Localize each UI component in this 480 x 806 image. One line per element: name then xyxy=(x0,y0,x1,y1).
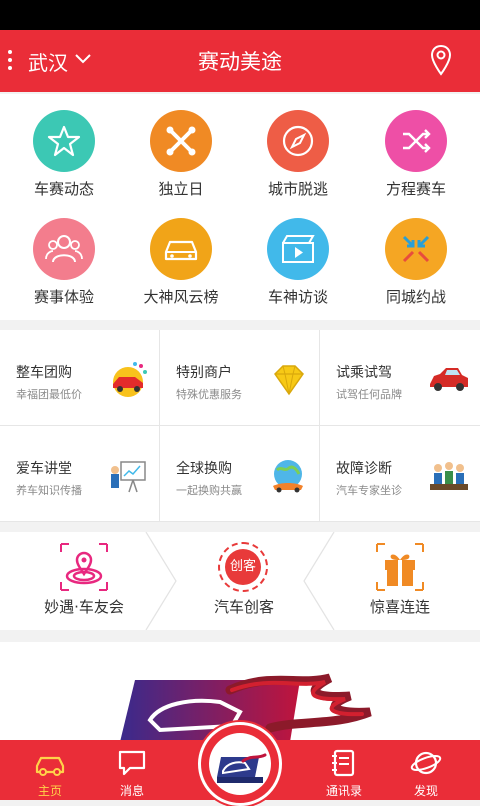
promo-car-club[interactable]: 妙遇·车友会 xyxy=(4,532,164,630)
star-icon xyxy=(33,110,95,172)
service-group-buy[interactable]: 整车团购 幸福团最低价 xyxy=(0,330,160,426)
grid-item-event-experience[interactable]: 赛事体验 xyxy=(4,202,124,312)
grid-item-city-escape[interactable]: 城市脱逃 xyxy=(238,94,358,204)
grid-item-independence-day[interactable]: 独立日 xyxy=(121,94,241,204)
service-title: 故障诊断 xyxy=(336,461,392,477)
promo-label: 妙遇·车友会 xyxy=(44,598,124,616)
service-title: 特别商户 xyxy=(176,365,232,381)
service-title: 整车团购 xyxy=(16,365,72,381)
red-car-icon xyxy=(113,362,147,397)
service-grid: 整车团购 幸福团最低价 特别商户 特殊优惠服务 试乘试驾 试驾任何品牌 爱车讲堂… xyxy=(0,330,480,522)
feature-grid: 车赛动态 独立日 城市脱逃 方程赛车 赛事体验 大神风云榜 车神访谈 同城约战 xyxy=(0,94,480,320)
flame-car-logo-icon xyxy=(217,753,267,783)
service-title: 全球换购 xyxy=(176,461,232,477)
maker-badge-text: 创客 xyxy=(225,549,261,585)
promo-maker[interactable]: 创客 汽车创客 xyxy=(164,532,324,630)
grid-item-label: 车赛动态 xyxy=(33,180,94,198)
service-subtitle: 幸福团最低价 xyxy=(16,388,82,401)
service-subtitle: 养车知识传播 xyxy=(16,484,82,497)
service-subtitle: 一起换购共赢 xyxy=(176,484,242,497)
tab-contacts[interactable]: 通讯录 xyxy=(304,740,384,800)
grid-item-label: 车神访谈 xyxy=(267,288,328,306)
globe-car-icon xyxy=(273,460,303,493)
grid-item-label: 独立日 xyxy=(158,180,204,198)
grid-item-label: 城市脱逃 xyxy=(267,180,328,198)
bones-icon xyxy=(150,110,212,172)
tab-discover[interactable]: 发现 xyxy=(386,740,466,800)
service-special-merchant[interactable]: 特别商户 特殊优惠服务 xyxy=(160,330,320,426)
service-test-drive[interactable]: 试乘试驾 试驾任何品牌 xyxy=(320,330,480,426)
promo-row: 妙遇·车友会 创客 汽车创客 惊喜连连 xyxy=(0,532,480,630)
gift-icon xyxy=(376,543,424,591)
promo-label: 惊喜连连 xyxy=(369,598,430,616)
grid-item-leaderboard[interactable]: 大神风云榜 xyxy=(121,202,241,312)
status-bar xyxy=(0,0,480,30)
app-header: 武汉 赛动美途 xyxy=(0,30,480,92)
service-title: 试乘试驾 xyxy=(336,365,392,381)
promo-surprise[interactable]: 惊喜连连 xyxy=(320,532,480,630)
grid-item-formula-racing[interactable]: 方程赛车 xyxy=(356,94,476,204)
tab-home[interactable]: 主页 xyxy=(10,740,90,800)
service-title: 爱车讲堂 xyxy=(16,461,72,477)
grid-item-label: 同城约战 xyxy=(385,288,446,306)
classic-car-icon xyxy=(430,368,468,391)
tab-label: 主页 xyxy=(37,784,62,798)
brand-logo xyxy=(209,733,271,795)
tab-label: 消息 xyxy=(119,784,144,798)
car-icon xyxy=(150,218,212,280)
page-title: 赛动美途 xyxy=(198,50,282,74)
shuffle-icon xyxy=(385,110,447,172)
diamond-icon xyxy=(274,365,304,396)
arrows-icon xyxy=(385,218,447,280)
maker-badge-icon: 创客 xyxy=(218,542,268,592)
target-pin-icon xyxy=(60,543,108,591)
location-pin-icon[interactable] xyxy=(430,44,452,76)
contacts-icon xyxy=(332,749,355,777)
service-subtitle: 汽车专家坐诊 xyxy=(336,484,402,497)
grid-item-interview[interactable]: 车神访谈 xyxy=(238,202,358,312)
tab-label: 通讯录 xyxy=(325,784,362,798)
service-subtitle: 试驾任何品牌 xyxy=(336,388,402,401)
grid-item-race-news[interactable]: 车赛动态 xyxy=(4,94,124,204)
grid-item-label: 大神风云榜 xyxy=(143,288,219,306)
center-logo-button[interactable] xyxy=(198,722,282,806)
video-icon xyxy=(267,218,329,280)
service-global-exchange[interactable]: 全球换购 一起换购共赢 xyxy=(160,426,320,522)
planet-icon xyxy=(410,751,442,775)
compass-icon xyxy=(267,110,329,172)
service-subtitle: 特殊优惠服务 xyxy=(176,388,242,401)
service-car-lecture[interactable]: 爱车讲堂 养车知识传播 xyxy=(0,426,160,522)
presentation-icon xyxy=(111,461,146,493)
tab-label: 发现 xyxy=(413,784,438,798)
tab-messages[interactable]: 消息 xyxy=(92,740,172,800)
service-diagnosis[interactable]: 故障诊断 汽车专家坐诊 xyxy=(320,426,480,522)
experts-icon xyxy=(430,462,468,490)
chat-icon xyxy=(118,750,146,776)
grid-item-local-challenge[interactable]: 同城约战 xyxy=(356,202,476,312)
grid-item-label: 方程赛车 xyxy=(385,180,446,198)
promo-label: 汽车创客 xyxy=(213,598,274,616)
group-icon xyxy=(33,218,95,280)
car-icon xyxy=(35,756,65,776)
grid-item-label: 赛事体验 xyxy=(33,288,94,306)
